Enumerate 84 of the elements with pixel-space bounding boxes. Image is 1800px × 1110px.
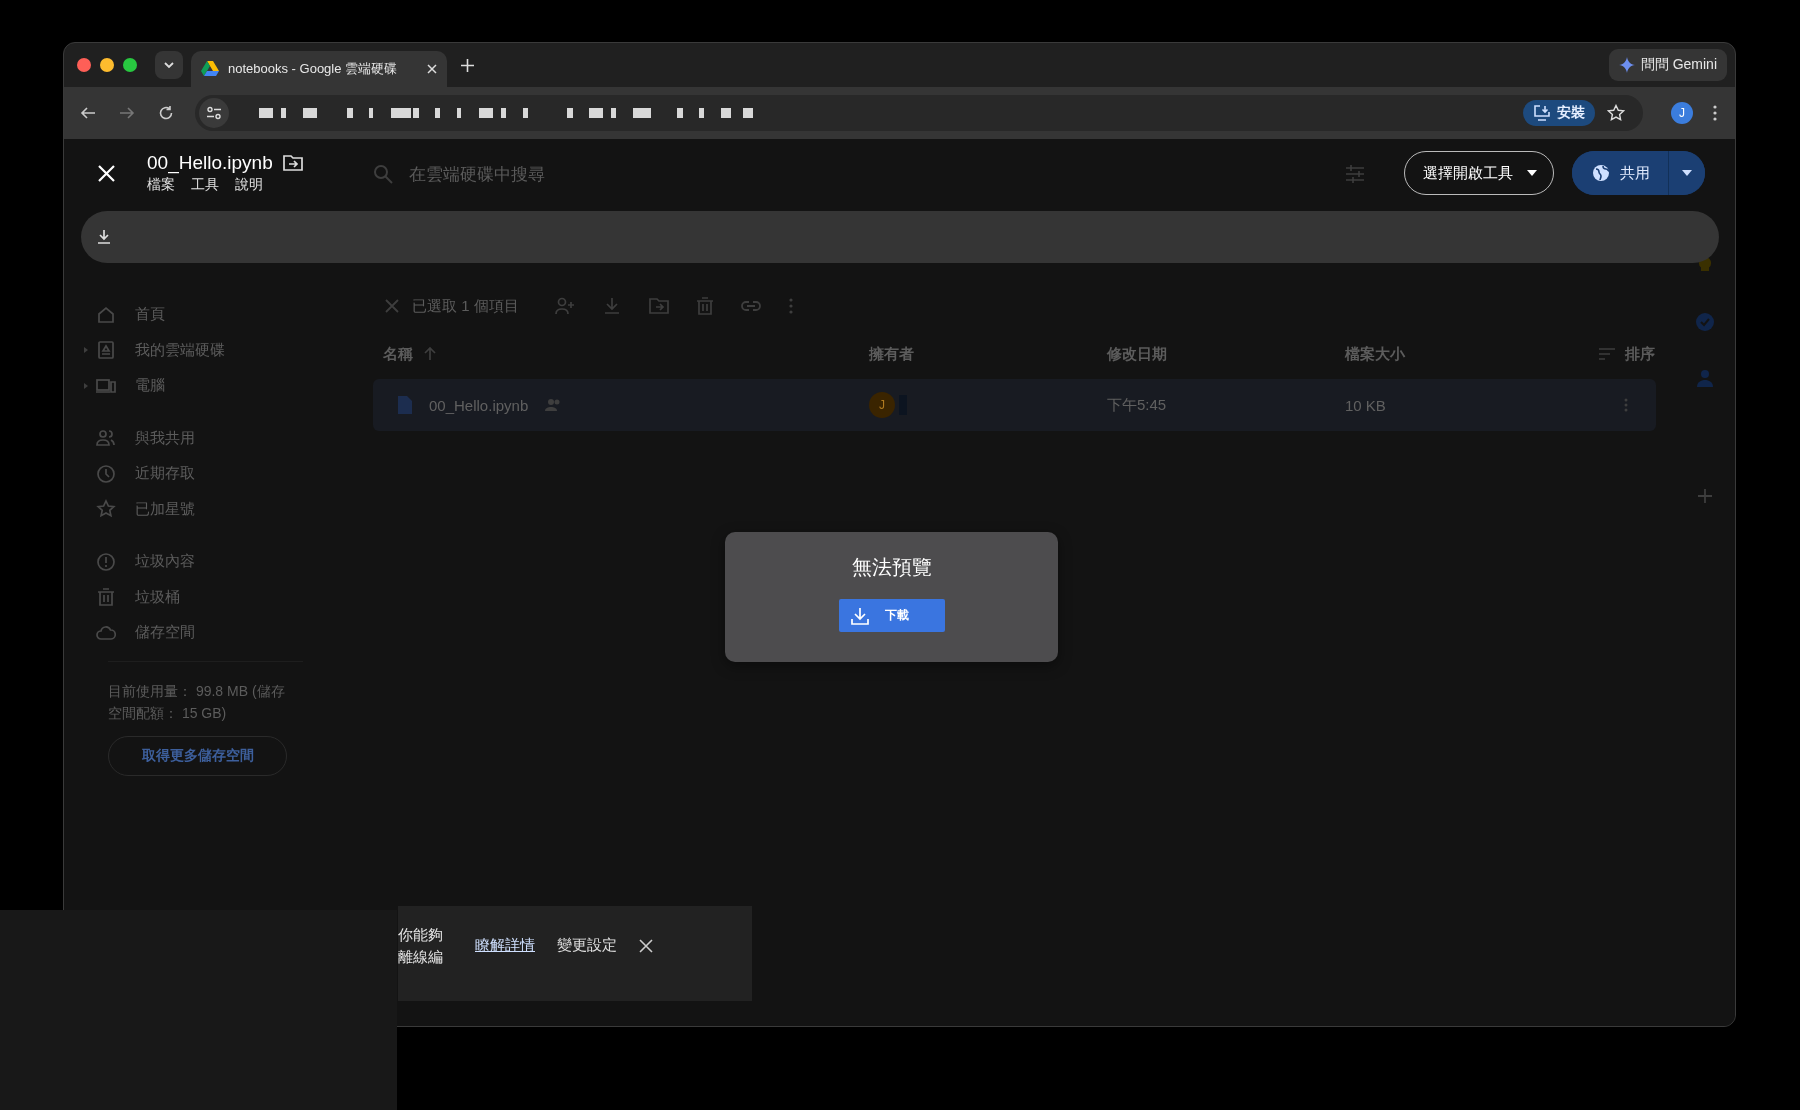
storage-usage-text: 目前使用量： 99.8 MB (儲存空間配額： 15 GB) bbox=[108, 681, 286, 723]
change-settings-button[interactable]: 變更設定 bbox=[557, 936, 617, 955]
clear-selection-icon[interactable] bbox=[385, 299, 399, 313]
back-icon[interactable] bbox=[80, 105, 96, 121]
search-placeholder[interactable]: 在雲端硬碟中搜尋 bbox=[409, 162, 545, 186]
sidebar-item[interactable]: 首頁 bbox=[135, 305, 165, 325]
sidebar-item[interactable]: 我的雲端硬碟 bbox=[135, 340, 225, 360]
sidebar-item[interactable]: 已加星號 bbox=[135, 499, 195, 519]
move-folder-icon[interactable] bbox=[648, 297, 669, 315]
trash-icon[interactable] bbox=[696, 297, 713, 315]
column-header[interactable]: 修改日期 bbox=[1107, 344, 1167, 364]
menu-item[interactable]: 檔案 bbox=[147, 176, 175, 194]
gemini-button[interactable]: 問問 Gemini bbox=[1608, 49, 1727, 81]
owner-avatar: J bbox=[869, 392, 895, 418]
sidebar-item[interactable]: 垃圾內容 bbox=[135, 552, 195, 572]
monitor-download-icon bbox=[1533, 105, 1551, 121]
contacts-icon[interactable] bbox=[1697, 369, 1713, 387]
menu-item[interactable]: 工具 bbox=[191, 176, 219, 194]
menu-item[interactable]: 說明 bbox=[235, 176, 263, 194]
clock-icon bbox=[96, 463, 116, 484]
close-viewer-icon[interactable] bbox=[98, 164, 115, 182]
forward-icon[interactable] bbox=[119, 105, 135, 121]
browser-tab[interactable]: notebooks - Google 雲端硬碟 bbox=[191, 51, 447, 87]
column-header[interactable]: 名稱 bbox=[383, 344, 413, 364]
caret-icon bbox=[1527, 170, 1537, 176]
home-icon bbox=[96, 304, 116, 325]
add-icon[interactable] bbox=[1698, 489, 1712, 503]
tune-icon bbox=[206, 106, 222, 120]
people-icon bbox=[96, 428, 116, 449]
more-actions-icon[interactable] bbox=[788, 298, 793, 314]
add-person-icon[interactable] bbox=[554, 297, 575, 315]
sparkle-icon bbox=[1618, 57, 1635, 73]
modified-date: 下午5:45 bbox=[1107, 395, 1167, 415]
close-snackbar-icon[interactable] bbox=[639, 938, 653, 953]
open-with-button[interactable]: 選擇開啟工具 bbox=[1404, 151, 1554, 195]
file-icon bbox=[398, 396, 412, 414]
sidebar-item[interactable]: 電腦 bbox=[135, 376, 165, 396]
link-icon[interactable] bbox=[740, 300, 761, 312]
install-button[interactable]: 安裝 bbox=[1523, 100, 1595, 126]
new-tab-icon[interactable] bbox=[461, 58, 474, 72]
tab-search-button[interactable] bbox=[155, 51, 183, 79]
caret-icon bbox=[1682, 170, 1692, 176]
learn-more-link[interactable]: 瞭解詳情 bbox=[475, 936, 535, 955]
profile-avatar[interactable]: J bbox=[1671, 102, 1693, 124]
close-tab-icon[interactable] bbox=[427, 64, 437, 74]
download-icon bbox=[850, 606, 869, 625]
alert-icon bbox=[96, 551, 116, 572]
drive-icon bbox=[96, 340, 116, 361]
drive-logo-icon bbox=[201, 61, 219, 77]
sidebar-item[interactable]: 垃圾桶 bbox=[135, 587, 180, 607]
site-settings-button[interactable] bbox=[199, 98, 229, 128]
move-to-folder-icon[interactable] bbox=[282, 155, 303, 171]
file-size: 10 KB bbox=[1345, 396, 1386, 414]
tasks-icon[interactable] bbox=[1696, 313, 1714, 331]
sort-up-arrow-icon[interactable] bbox=[423, 347, 437, 361]
more-menu-icon[interactable] bbox=[1713, 105, 1717, 121]
filter-sliders-icon[interactable] bbox=[1345, 165, 1365, 183]
column-header[interactable]: 擁有者 bbox=[869, 344, 914, 364]
download-button[interactable]: 下載 bbox=[838, 599, 945, 632]
expand-caret-icon[interactable] bbox=[84, 347, 88, 354]
reload-icon[interactable] bbox=[158, 105, 174, 121]
snackbar-text: 你能夠 離線編 bbox=[398, 924, 443, 967]
sidebar-item[interactable]: 儲存空間 bbox=[135, 623, 195, 643]
selection-count: 已選取 1 個項目 bbox=[412, 296, 519, 316]
trash-icon bbox=[96, 587, 116, 608]
sort-lines-icon[interactable] bbox=[1599, 348, 1615, 360]
file-title: 00_Hello.ipynb bbox=[147, 152, 273, 174]
file-name: 00_Hello.ipynb bbox=[429, 396, 529, 414]
dialog-message: 無法預覽 bbox=[851, 555, 932, 580]
sidebar-item[interactable]: 近期存取 bbox=[135, 464, 195, 484]
expand-caret-icon[interactable] bbox=[84, 382, 88, 389]
share-button[interactable]: 共用 bbox=[1572, 151, 1669, 195]
sidebar-item[interactable]: 與我共用 bbox=[135, 428, 195, 448]
row-menu-icon[interactable] bbox=[1624, 398, 1628, 412]
search-icon[interactable] bbox=[373, 164, 393, 184]
minimize-window-button[interactable] bbox=[100, 58, 114, 72]
star-icon bbox=[96, 499, 116, 520]
bookmark-star-icon[interactable] bbox=[1607, 104, 1625, 122]
file-row[interactable]: 00_Hello.ipynb J 下午5:45 10 KB bbox=[373, 379, 1656, 431]
column-header[interactable]: 檔案大小 bbox=[1345, 344, 1405, 364]
zoom-window-button[interactable] bbox=[123, 58, 137, 72]
globe-icon bbox=[1592, 164, 1610, 182]
sort-button[interactable]: 排序 bbox=[1625, 344, 1655, 364]
close-window-button[interactable] bbox=[77, 58, 91, 72]
